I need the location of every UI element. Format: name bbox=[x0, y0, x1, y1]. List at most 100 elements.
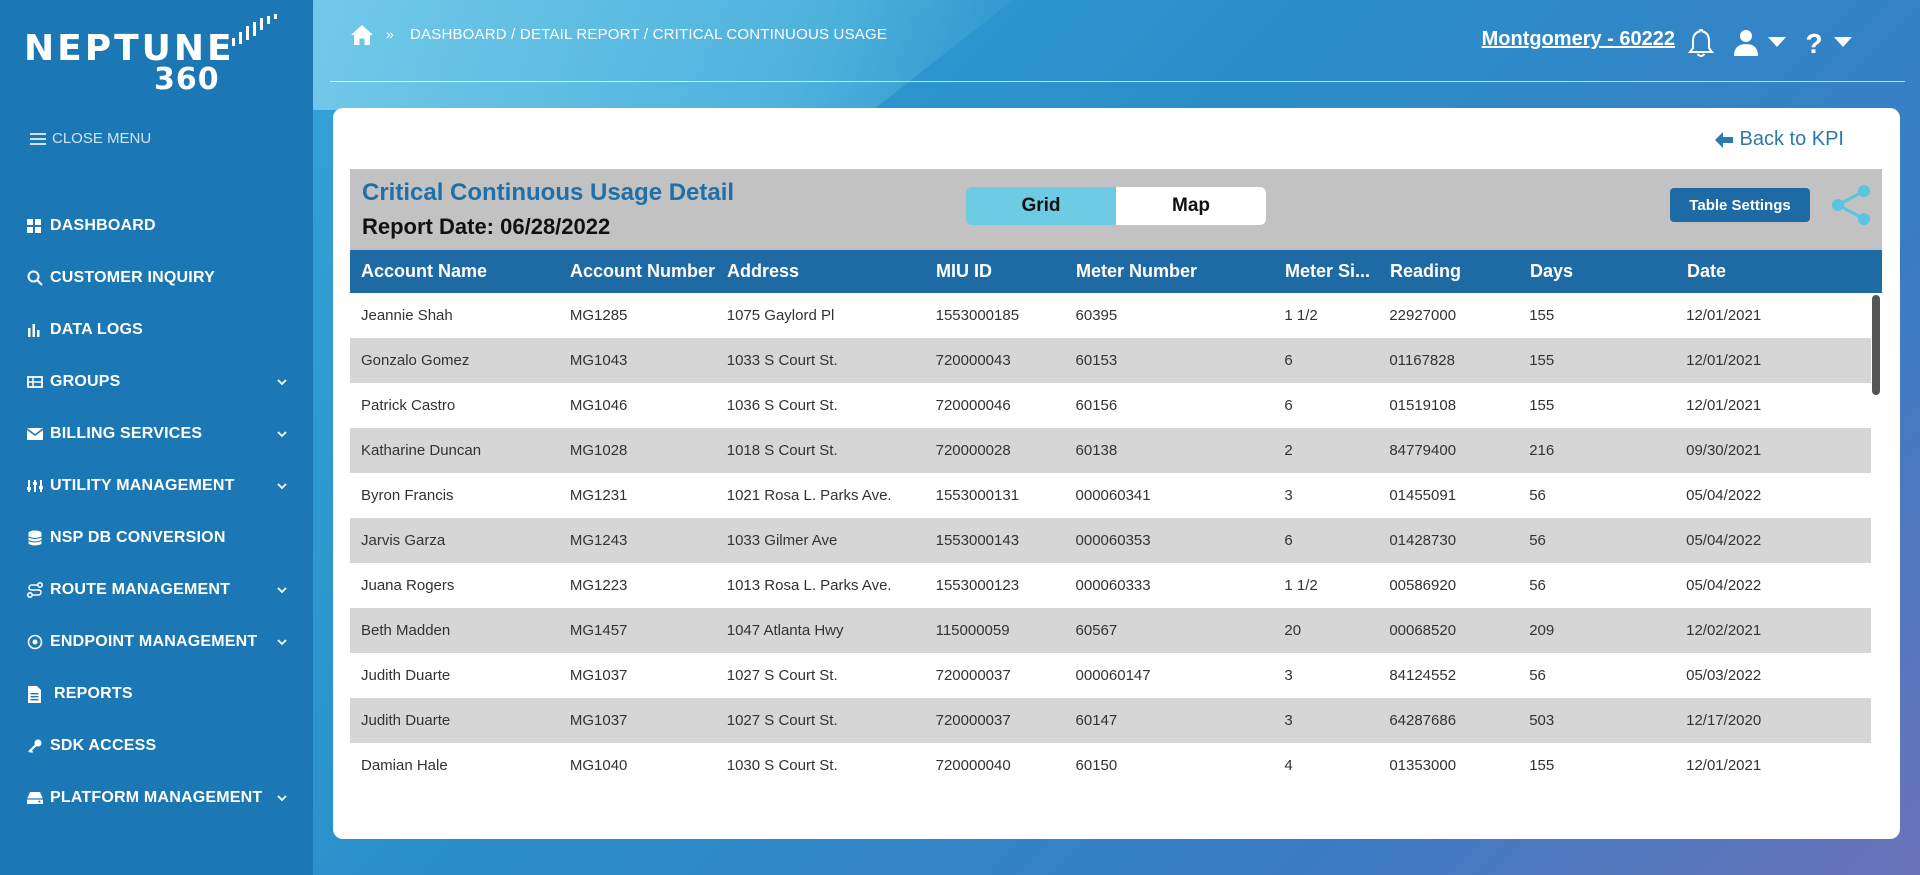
map-view-button[interactable]: Map bbox=[1116, 187, 1266, 225]
table-cell: 01428730 bbox=[1389, 532, 1457, 549]
column-header[interactable]: Account Name bbox=[350, 261, 559, 282]
home-icon[interactable] bbox=[350, 24, 374, 46]
help-icon[interactable]: ? bbox=[1803, 28, 1825, 58]
sidebar-item-label: REPORTS bbox=[54, 685, 133, 702]
chevron-down-icon bbox=[275, 427, 289, 441]
back-to-kpi-label: Back to KPI bbox=[1739, 128, 1845, 150]
grid-icon bbox=[25, 217, 44, 236]
sidebar-item-platform-management[interactable]: PLATFORM MANAGEMENT bbox=[0, 772, 313, 824]
caret-down-icon[interactable] bbox=[1833, 36, 1853, 48]
table-cell: 1047 Atlanta Hwy bbox=[726, 622, 844, 639]
breadcrumb[interactable]: DASHBOARD / DETAIL REPORT / CRITICAL CON… bbox=[410, 26, 887, 43]
back-to-kpi-link[interactable]: Back to KPI bbox=[1714, 128, 1845, 151]
table-cell: Katharine Duncan bbox=[361, 442, 482, 459]
table-cell: 720000040 bbox=[935, 757, 1011, 774]
sidebar-item-billing-services[interactable]: BILLING SERVICES bbox=[0, 408, 313, 460]
sidebar-item-route-management[interactable]: ROUTE MANAGEMENT bbox=[0, 564, 313, 616]
user-icon[interactable] bbox=[1733, 28, 1759, 58]
table-cell: Jeannie Shah bbox=[361, 307, 453, 324]
sidebar-item-nsp-db-conversion[interactable]: NSP DB CONVERSION bbox=[0, 512, 313, 564]
column-header[interactable]: Account Number bbox=[559, 261, 716, 282]
report-table: Account Name Account Number Address MIU … bbox=[350, 250, 1882, 807]
table-cell: 09/30/2021 bbox=[1686, 442, 1762, 459]
table-cell: 1036 S Court St. bbox=[726, 397, 838, 414]
bell-icon[interactable] bbox=[1687, 28, 1715, 58]
share-icon[interactable] bbox=[1830, 183, 1872, 227]
table-cell: Gonzalo Gomez bbox=[361, 352, 470, 369]
close-menu-label: CLOSE MENU bbox=[52, 130, 152, 147]
sidebar-item-label: GROUPS bbox=[50, 373, 121, 390]
table-cell: 05/04/2022 bbox=[1686, 532, 1762, 549]
neptune-logo[interactable]: NEPTUNE 360 bbox=[24, 14, 280, 97]
table-cell: MG1037 bbox=[569, 712, 628, 729]
table-row[interactable]: Judith Duarte MG1037 1027 S Court St. 72000… bbox=[350, 653, 1871, 698]
table-cell: 6 bbox=[1284, 352, 1293, 369]
scrollbar-thumb[interactable] bbox=[1872, 295, 1880, 395]
table-cell: Beth Madden bbox=[361, 622, 451, 639]
arrow-left-icon bbox=[1714, 131, 1733, 148]
table-row[interactable]: Juana Rogers MG1223 1013 Rosa L. Parks Ave… bbox=[350, 563, 1871, 608]
column-header[interactable]: MIU ID bbox=[925, 261, 1065, 282]
table-cell: 155 bbox=[1529, 352, 1555, 369]
sidebar-item-sdk-access[interactable]: SDK ACCESS bbox=[0, 720, 313, 772]
table-cell: 1027 S Court St. bbox=[726, 712, 838, 729]
table-cell: Judith Duarte bbox=[361, 667, 451, 684]
table-cell: 3 bbox=[1284, 487, 1293, 504]
table-cell: 56 bbox=[1529, 667, 1546, 684]
table-cell: 3 bbox=[1284, 667, 1293, 684]
table-cell: 1 1/2 bbox=[1284, 307, 1318, 324]
table-row[interactable]: Katharine Duncan MG1028 1018 S Court St. 72… bbox=[350, 428, 1871, 473]
table-cell: 05/03/2022 bbox=[1686, 667, 1762, 684]
column-header[interactable]: Meter Number bbox=[1065, 261, 1274, 282]
column-header[interactable]: Reading bbox=[1379, 261, 1519, 282]
column-header[interactable]: Meter Si... bbox=[1274, 261, 1379, 282]
sidebar-item-endpoint-management[interactable]: ENDPOINT MANAGEMENT bbox=[0, 616, 313, 668]
report-title: Critical Continuous Usage Detail bbox=[362, 179, 735, 206]
location-link[interactable]: Montgomery - 60222 bbox=[1482, 28, 1675, 51]
table-cell: Jarvis Garza bbox=[361, 532, 446, 549]
hamburger-icon bbox=[30, 132, 46, 145]
drive-icon bbox=[25, 789, 44, 808]
table-row[interactable]: Byron Francis MG1231 1021 Rosa L. Parks Av… bbox=[350, 473, 1871, 518]
table-cell: 60567 bbox=[1075, 622, 1118, 639]
table-cell: 01455091 bbox=[1389, 487, 1457, 504]
sidebar-item-dashboard[interactable]: DASHBOARD bbox=[0, 200, 313, 252]
database-icon bbox=[25, 529, 44, 548]
table-cell: 000060147 bbox=[1075, 667, 1151, 684]
table-row[interactable]: Jeannie Shah MG1285 1075 Gaylord Pl 1553000… bbox=[350, 293, 1871, 338]
table-row[interactable]: Gonzalo Gomez MG1043 1033 S Court St. 72000… bbox=[350, 338, 1871, 383]
table-row[interactable]: Judith Duarte MG1037 1027 S Court St. 72000… bbox=[350, 698, 1871, 743]
table-cell: 1030 S Court St. bbox=[726, 757, 838, 774]
sidebar-item-label: ENDPOINT MANAGEMENT bbox=[50, 633, 258, 650]
sidebar-item-reports[interactable]: REPORTS bbox=[0, 668, 313, 720]
top-bar: » DASHBOARD / DETAIL REPORT / CRITICAL C… bbox=[330, 0, 1905, 82]
sidebar-item-label: DATA LOGS bbox=[50, 321, 144, 338]
table-cell: 60138 bbox=[1075, 442, 1118, 459]
column-header[interactable]: Date bbox=[1676, 261, 1872, 282]
table-body: Jeannie Shah MG1285 1075 Gaylord Pl 1553000… bbox=[350, 293, 1871, 788]
grid-view-button[interactable]: Grid bbox=[966, 187, 1116, 225]
sidebar-item-groups[interactable]: GROUPS bbox=[0, 356, 313, 408]
table-cell: 84124552 bbox=[1389, 667, 1457, 684]
close-menu-button[interactable]: CLOSE MENU bbox=[30, 130, 151, 147]
sidebar-item-utility-management[interactable]: UTILITY MANAGEMENT bbox=[0, 460, 313, 512]
table-row[interactable]: Damian Hale MG1040 1030 S Court St. 7200000… bbox=[350, 743, 1871, 788]
table-row[interactable]: Patrick Castro MG1046 1036 S Court St. 7200… bbox=[350, 383, 1871, 428]
table-cell: 00068520 bbox=[1389, 622, 1457, 639]
table-cell: 3 bbox=[1284, 712, 1293, 729]
table-settings-button[interactable]: Table Settings bbox=[1670, 188, 1810, 222]
table-row[interactable]: Jarvis Garza MG1243 1033 Gilmer Ave 1553000… bbox=[350, 518, 1871, 563]
sidebar-item-data-logs[interactable]: DATA LOGS bbox=[0, 304, 313, 356]
caret-down-icon[interactable] bbox=[1767, 36, 1787, 48]
chevron-down-icon bbox=[275, 375, 289, 389]
table-cell: MG1040 bbox=[569, 757, 628, 774]
search-icon bbox=[25, 269, 44, 288]
sidebar-item-customer-inquiry[interactable]: CUSTOMER INQUIRY bbox=[0, 252, 313, 304]
table-row[interactable]: Beth Madden MG1457 1047 Atlanta Hwy 1150000… bbox=[350, 608, 1871, 653]
table-cell: MG1043 bbox=[569, 352, 628, 369]
table-cell: 1553000143 bbox=[935, 532, 1020, 549]
column-header[interactable]: Days bbox=[1519, 261, 1676, 282]
column-header[interactable]: Address bbox=[716, 261, 925, 282]
table-cell: 1075 Gaylord Pl bbox=[726, 307, 835, 324]
chevron-down-icon bbox=[275, 479, 289, 493]
